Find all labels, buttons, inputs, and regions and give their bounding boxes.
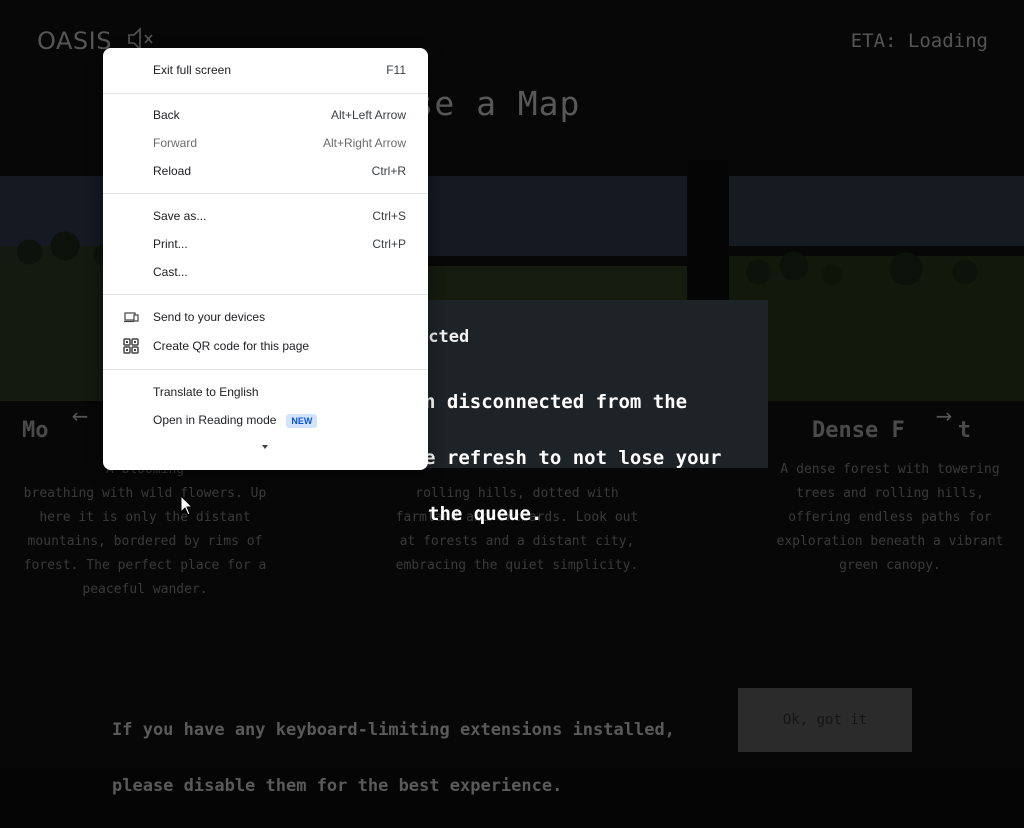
menu-separator [103, 193, 428, 194]
eta-status: ETA: Loading [850, 30, 988, 52]
menu-item-label: Reload [153, 164, 192, 178]
disconnect-line: the queue. [428, 503, 543, 525]
browser-context-menu: Exit full screen F11 Back Alt+Left Arrow… [103, 48, 428, 470]
menu-item-send-to-devices[interactable]: Send to your devices [103, 303, 428, 331]
menu-item-cast[interactable]: Cast... [103, 258, 428, 286]
menu-item-exit-fullscreen[interactable]: Exit full screen F11 [103, 56, 428, 84]
menu-item-forward[interactable]: Forward Alt+Right Arrow [103, 129, 428, 157]
menu-item-shortcut: F11 [386, 63, 406, 77]
map-description-right: A dense forest with towering trees and r… [776, 462, 1004, 573]
new-badge: NEW [286, 414, 318, 428]
menu-separator [103, 93, 428, 94]
map-image-right[interactable] [729, 176, 1024, 401]
map-title-left: Mo [22, 418, 49, 443]
map-description-left: A blooming breathing with wild flowers. … [23, 462, 267, 597]
mouse-cursor-icon [180, 494, 194, 521]
keyboard-extension-note: If you have any keyboard-limiting extens… [112, 688, 675, 828]
menu-item-reading-mode[interactable]: Open in Reading mode NEW [103, 406, 428, 434]
menu-item-label: Print... [153, 237, 188, 251]
disconnect-message: n disconnected from the e refresh to not… [424, 360, 758, 556]
menu-item-label: Create QR code for this page [153, 339, 310, 353]
disconnect-line: e refresh to not lose your [424, 447, 722, 469]
ok-got-it-button[interactable]: Ok, got it [738, 688, 912, 752]
menu-item-translate[interactable]: Translate to English [103, 378, 428, 406]
menu-item-label: Forward [153, 136, 198, 150]
menu-item-create-qr-code[interactable]: Create QR code for this page [103, 332, 428, 360]
menu-separator [103, 369, 428, 370]
menu-item-reload[interactable]: Reload Ctrl+R [103, 157, 428, 185]
menu-item-print[interactable]: Print... Ctrl+P [103, 230, 428, 258]
menu-item-shortcut: Ctrl+P [372, 237, 406, 251]
menu-item-shortcut: Ctrl+S [372, 209, 406, 223]
devices-icon [123, 309, 139, 325]
menu-item-label: Send to your devices [153, 310, 266, 324]
menu-item-label: Cast... [153, 265, 188, 279]
menu-item-label: Exit full screen [153, 63, 232, 77]
menu-item-shortcut: Alt+Right Arrow [322, 136, 406, 150]
menu-item-label: Save as... [153, 209, 207, 223]
menu-item-label: Translate to English [153, 385, 259, 399]
previous-map-arrow-icon[interactable]: ← [62, 398, 98, 434]
expand-more-icon[interactable] [260, 441, 270, 451]
note-line: If you have any keyboard-limiting extens… [112, 720, 675, 740]
note-line: please disable them for the best experie… [112, 776, 563, 796]
qr-code-icon [123, 338, 139, 354]
menu-item-label: Open in Reading mode NEW [153, 413, 318, 428]
oasis-logo[interactable]: OASIS [37, 27, 112, 55]
trees [729, 236, 1024, 296]
reading-mode-label: Open in Reading mode [153, 413, 277, 427]
map-title-right: Dense F t [812, 418, 971, 443]
menu-item-shortcut: Ctrl+R [371, 164, 406, 178]
disconnect-line: n disconnected from the [424, 391, 688, 413]
menu-separator [103, 294, 428, 295]
menu-item-shortcut: Alt+Left Arrow [330, 108, 406, 122]
menu-item-save-as[interactable]: Save as... Ctrl+S [103, 202, 428, 230]
menu-item-label: Back [153, 108, 180, 122]
menu-item-back[interactable]: Back Alt+Left Arrow [103, 101, 428, 129]
